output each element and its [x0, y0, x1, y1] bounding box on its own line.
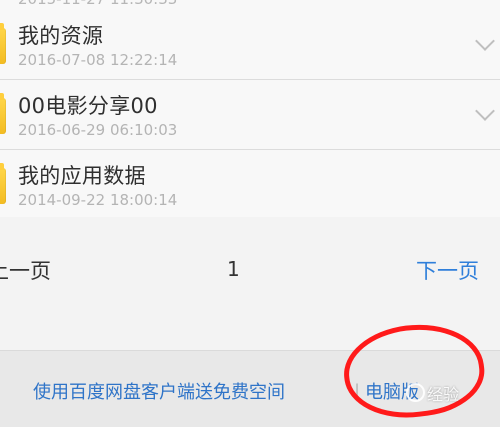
- file-name: 00电影分享00: [18, 94, 158, 118]
- chevron-down-icon[interactable]: [475, 31, 495, 51]
- folder-icon: [0, 23, 6, 64]
- file-name: 我的资源: [18, 24, 104, 48]
- client-download-link[interactable]: 使用百度网盘客户端送免费空间: [33, 378, 285, 404]
- pagination: 上一页 1 下一页: [0, 217, 500, 350]
- next-page-link[interactable]: 下一页: [416, 255, 479, 285]
- file-row-my-resources[interactable]: 我的资源 2016-07-08 12:22:14: [0, 10, 500, 80]
- folder-icon: [0, 163, 6, 204]
- footer-separator: |: [354, 381, 361, 402]
- footer: 使用百度网盘客户端送免费空间 | 电脑版: [0, 350, 500, 427]
- desktop-version-link[interactable]: 电脑版: [365, 378, 419, 404]
- file-row-movie-share[interactable]: 00电影分享00 2016-06-29 06:10:03: [0, 80, 500, 150]
- file-date: 2014-09-22 18:00:14: [18, 191, 178, 209]
- mobile-screen: 2015-11-27 11:30:33 我的资源 2016-07-08 12:2…: [0, 0, 500, 427]
- partial-file-date: 2015-11-27 11:30:33: [18, 0, 177, 8]
- chevron-down-icon[interactable]: [475, 101, 495, 121]
- previous-page-link[interactable]: 上一页: [0, 255, 51, 285]
- current-page-number: 1: [227, 257, 240, 281]
- file-date: 2016-06-29 06:10:03: [18, 121, 178, 139]
- file-date: 2016-07-08 12:22:14: [18, 51, 178, 69]
- file-list: 2015-11-27 11:30:33 我的资源 2016-07-08 12:2…: [0, 0, 500, 220]
- folder-icon: [0, 93, 6, 134]
- file-name: 我的应用数据: [18, 164, 146, 188]
- file-row-app-data[interactable]: 我的应用数据 2014-09-22 18:00:14: [0, 150, 500, 220]
